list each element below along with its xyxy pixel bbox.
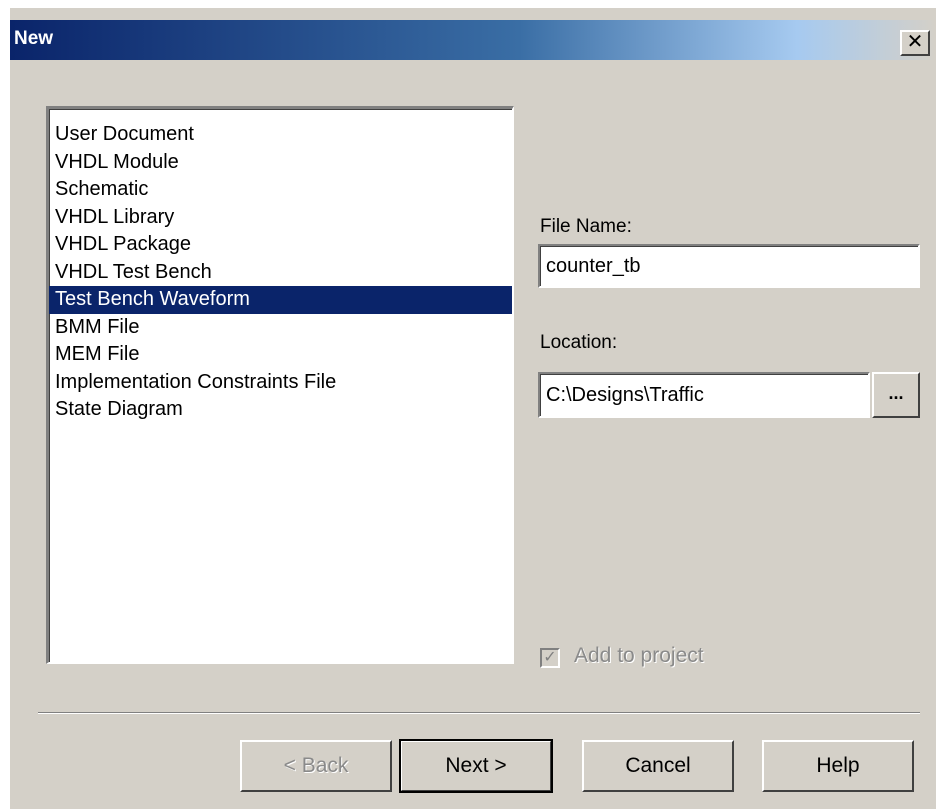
new-file-dialog: New ✕ User Document VHDL Module Schemati… — [10, 8, 936, 809]
close-button[interactable]: ✕ — [900, 30, 930, 56]
list-item-test-bench-waveform[interactable]: Test Bench Waveform — [49, 286, 512, 314]
button-separator — [38, 712, 920, 714]
close-icon: ✕ — [906, 31, 924, 53]
dialog-title: New — [14, 28, 54, 49]
list-item-vhdl-library[interactable]: VHDL Library — [49, 204, 512, 232]
location-label: Location: — [540, 332, 618, 353]
title-bar[interactable]: New ✕ — [10, 20, 936, 60]
list-item-vhdl-test-bench[interactable]: VHDL Test Bench — [49, 259, 512, 287]
file-name-label: File Name: — [540, 216, 632, 237]
file-name-input[interactable] — [538, 244, 920, 288]
location-input[interactable] — [538, 372, 870, 418]
list-item-implementation-constraints-file[interactable]: Implementation Constraints File — [49, 369, 512, 397]
list-item-bmm-file[interactable]: BMM File — [49, 314, 512, 342]
browse-button[interactable]: ... — [872, 372, 920, 418]
cancel-button[interactable]: Cancel — [582, 740, 734, 792]
add-to-project-label: Add to project — [574, 644, 704, 667]
checkmark-icon: ✓ — [543, 649, 557, 666]
add-to-project-checkbox[interactable]: ✓ — [540, 648, 560, 668]
list-item-user-document[interactable]: User Document — [49, 121, 512, 149]
list-item-schematic[interactable]: Schematic — [49, 176, 512, 204]
list-item-vhdl-module[interactable]: VHDL Module — [49, 149, 512, 177]
ellipsis-icon: ... — [888, 383, 904, 403]
back-button[interactable]: < Back — [240, 740, 392, 792]
help-button[interactable]: Help — [762, 740, 914, 792]
next-button[interactable]: Next > — [399, 739, 553, 793]
file-type-list[interactable]: User Document VHDL Module Schematic VHDL… — [46, 106, 514, 664]
list-item-mem-file[interactable]: MEM File — [49, 341, 512, 369]
list-item-vhdl-package[interactable]: VHDL Package — [49, 231, 512, 259]
list-item-state-diagram[interactable]: State Diagram — [49, 396, 512, 424]
